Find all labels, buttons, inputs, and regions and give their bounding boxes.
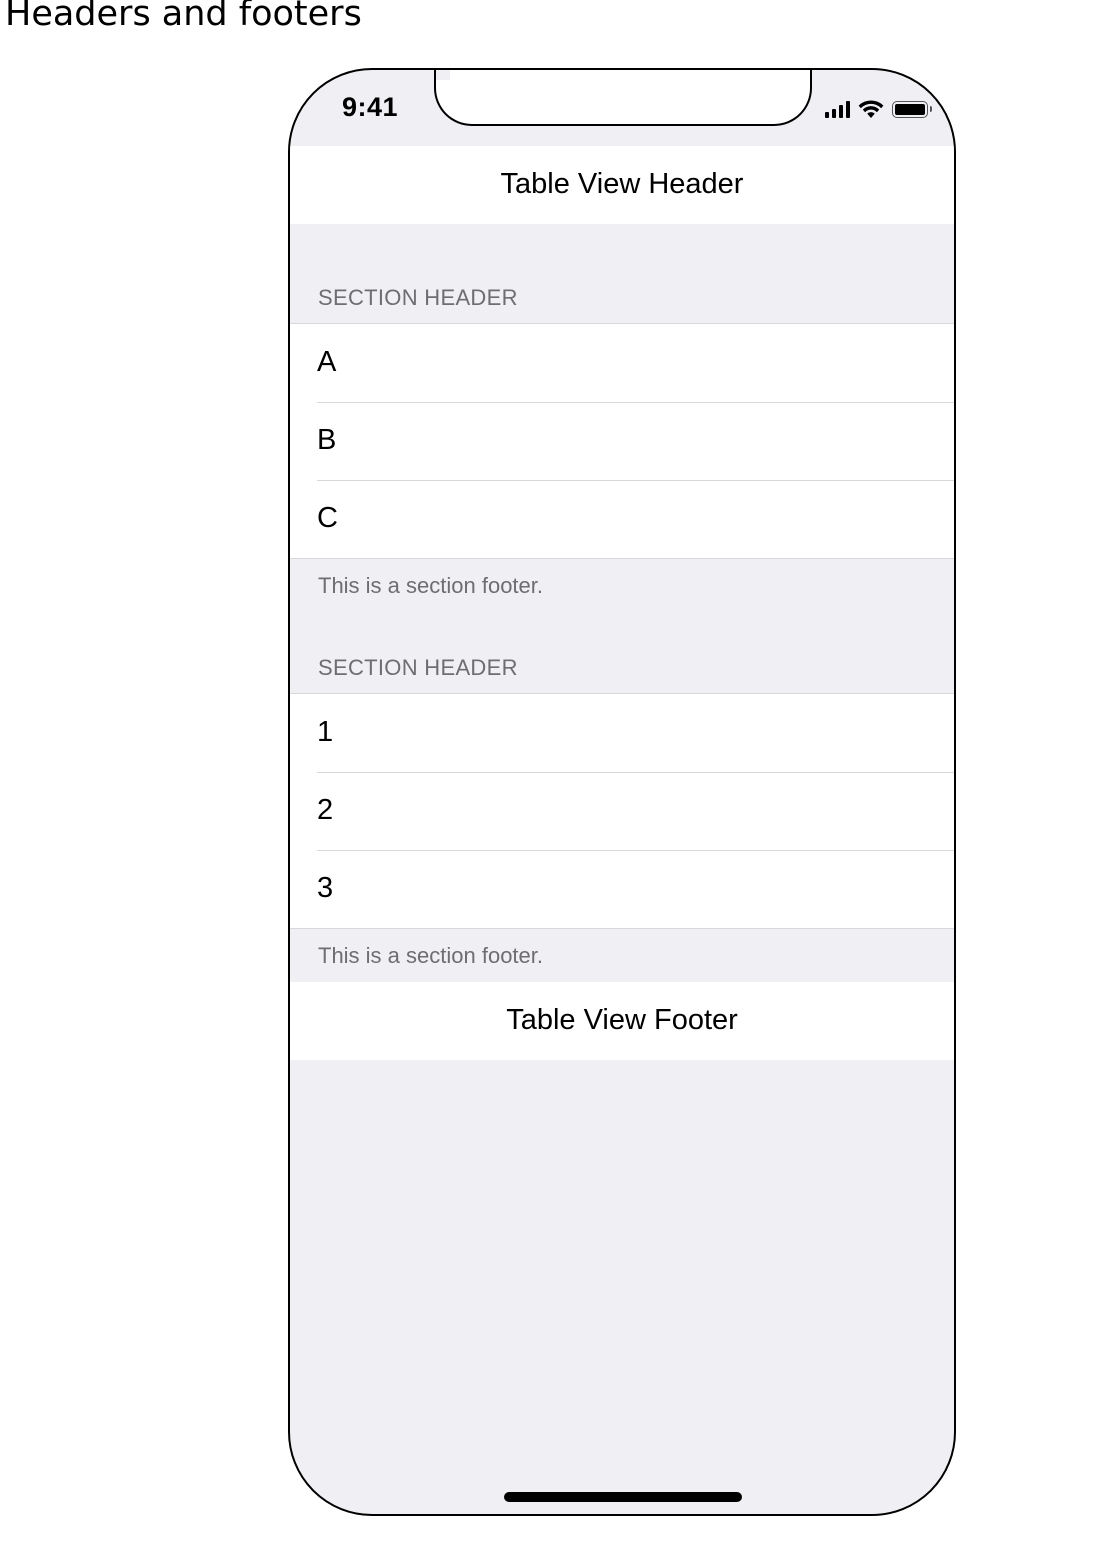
cell-label: 3 — [317, 872, 334, 904]
home-indicator[interactable] — [504, 1492, 742, 1502]
table-row[interactable]: 2 — [290, 772, 954, 850]
table-row[interactable]: C — [290, 480, 954, 558]
table-row[interactable]: B — [290, 402, 954, 480]
table-row[interactable]: 3 — [290, 850, 954, 928]
device-notch — [434, 70, 812, 126]
cell-label: 1 — [317, 716, 334, 748]
table-view-header: Table View Header — [290, 146, 954, 224]
cell-label: B — [317, 424, 337, 456]
battery-icon — [892, 100, 932, 118]
table-row[interactable]: 1 — [290, 694, 954, 772]
cell-label: 2 — [317, 794, 334, 826]
table-view-footer: Table View Footer — [290, 982, 954, 1060]
table-row[interactable]: A — [290, 324, 954, 402]
section-footer: This is a section footer. — [318, 943, 543, 968]
section-footer: This is a section footer. — [318, 573, 543, 598]
section-group: A B C — [290, 323, 954, 559]
phone-frame: 9:41 Table View Header SECTION HEADER A … — [288, 68, 956, 1516]
status-time: 9:41 — [342, 92, 399, 122]
section-group: 1 2 3 — [290, 693, 954, 929]
section-header: SECTION HEADER — [318, 655, 518, 680]
table-view-header-label: Table View Header — [500, 168, 744, 200]
section-header: SECTION HEADER — [318, 285, 518, 310]
status-icons — [825, 98, 932, 120]
cell-label: C — [317, 502, 338, 534]
cell-label: A — [317, 346, 337, 378]
cellular-signal-icon — [825, 100, 850, 118]
table-view-footer-label: Table View Footer — [506, 1004, 738, 1036]
page-title: Headers and footers — [5, 0, 362, 34]
wifi-icon — [858, 99, 884, 118]
